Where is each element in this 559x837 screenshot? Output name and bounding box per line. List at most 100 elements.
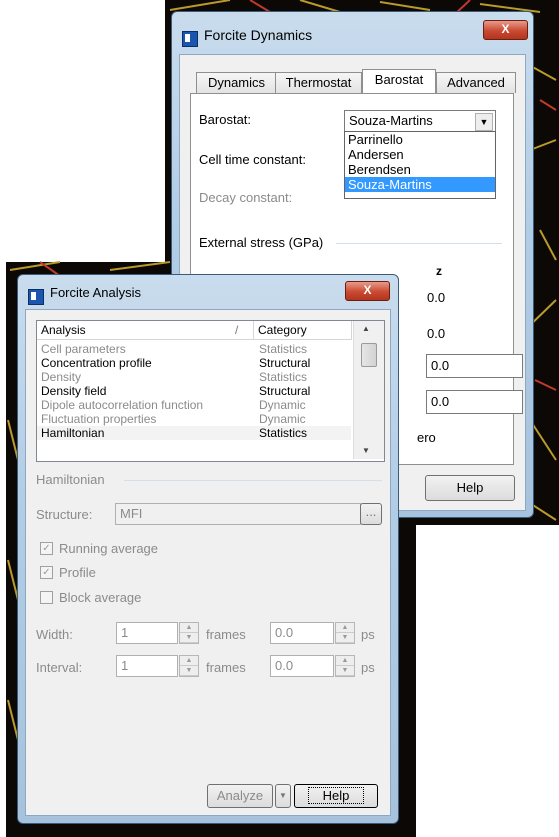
external-stress-label: External stress (GPa) — [199, 235, 324, 250]
width-frames-label: frames — [206, 627, 246, 642]
scrollbar-thumb[interactable] — [361, 343, 377, 367]
interval-time-value: 0.0 — [275, 658, 294, 673]
width-input-value: 1 — [121, 625, 129, 640]
stepper-up-icon[interactable]: ▲ — [180, 623, 198, 633]
list-scrollbar[interactable]: ▲ ▼ — [353, 321, 384, 459]
analysis-help-button[interactable]: Help — [294, 784, 378, 808]
z-column-header: z — [436, 264, 442, 278]
running-average-label: Running average — [59, 541, 159, 556]
list-item[interactable]: Hamiltonian Statistics — [37, 426, 351, 440]
list-item[interactable]: Density field Structural — [37, 384, 351, 398]
stepper-up-icon[interactable]: ▲ — [336, 623, 354, 633]
list-item-analysis: Fluctuation properties — [41, 412, 157, 426]
stress-input-3[interactable]: 0.0 — [426, 354, 523, 378]
barostat-option-parrinello[interactable]: Parrinello — [345, 132, 495, 147]
interval-time-input[interactable]: 0.0 — [270, 655, 334, 677]
list-item[interactable]: Cell parameters Statistics — [37, 342, 351, 356]
list-item-analysis: Density field — [41, 384, 107, 398]
stress-input-4-value: 0.0 — [431, 394, 450, 409]
analysis-column-label: Analysis — [41, 323, 86, 337]
list-item[interactable]: Dipole autocorrelation function Dynamic — [37, 398, 351, 412]
app-icon — [28, 289, 44, 305]
cell-time-constant-label: Cell time constant: — [199, 152, 306, 167]
width-label: Width: — [36, 627, 73, 642]
list-item[interactable]: Density Statistics — [37, 370, 351, 384]
list-item-category: Statistics — [259, 426, 308, 440]
chevron-down-icon[interactable]: ▼ — [475, 113, 493, 131]
stress-input-4[interactable]: 0.0 — [426, 390, 523, 414]
browse-button[interactable]: ... — [360, 503, 382, 525]
list-item[interactable]: Fluctuation properties Dynamic — [37, 412, 351, 426]
analysis-list: Analysis / Category Cell parameters Stati… — [36, 320, 385, 462]
width-time-input[interactable]: 0.0 — [270, 622, 334, 644]
list-item-category: Structural — [259, 356, 311, 370]
category-column-header[interactable]: Category — [254, 321, 352, 340]
analyze-options-chevron-icon[interactable]: ▼ — [275, 784, 291, 808]
stepper-down-icon[interactable]: ▼ — [336, 666, 354, 676]
stepper-up-icon[interactable]: ▲ — [180, 656, 198, 666]
interval-time-stepper[interactable]: ▲ ▼ — [335, 655, 355, 677]
running-average-checkbox[interactable]: ✓ — [40, 542, 53, 555]
barostat-dropdown-list: Parrinello Andersen Berendsen Souza-Mart… — [344, 131, 496, 199]
list-item-analysis: Dipole autocorrelation function — [41, 398, 204, 412]
width-input[interactable]: 1 — [116, 622, 178, 644]
dynamics-help-button[interactable]: Help — [425, 475, 515, 501]
block-average-label: Block average — [59, 590, 142, 605]
analysis-help-label: Help — [307, 787, 365, 804]
structure-input-value: MFI — [120, 506, 143, 521]
barostat-select[interactable]: Souza-Martins ▼ — [344, 110, 496, 132]
profile-checkbox[interactable]: ✓ — [40, 566, 53, 579]
group-divider — [336, 243, 502, 244]
list-item-analysis: Hamiltonian — [41, 426, 105, 440]
list-item-category: Statistics — [259, 370, 308, 384]
list-item[interactable]: Concentration profile Structural — [37, 356, 351, 370]
stepper-down-icon[interactable]: ▼ — [180, 666, 198, 676]
width-time-value: 0.0 — [275, 625, 294, 640]
structure-label: Structure: — [36, 507, 93, 522]
barostat-option-andersen[interactable]: Andersen — [345, 147, 495, 162]
interval-frames-label: frames — [206, 660, 246, 675]
tab-dynamics[interactable]: Dynamics — [196, 72, 277, 93]
stepper-down-icon[interactable]: ▼ — [336, 633, 354, 643]
list-item-category: Dynamic — [259, 412, 306, 426]
barostat-option-berendsen[interactable]: Berendsen — [345, 162, 495, 177]
interval-input[interactable]: 1 — [116, 655, 178, 677]
list-item-analysis: Density — [41, 370, 82, 384]
interval-input-value: 1 — [121, 658, 129, 673]
stress-value-2: 0.0 — [427, 326, 446, 341]
sort-icon: / — [235, 323, 239, 337]
tab-barostat[interactable]: Barostat — [362, 69, 436, 93]
block-average-checkbox[interactable] — [40, 591, 53, 604]
tab-advanced[interactable]: Advanced — [436, 72, 516, 93]
width-time-stepper[interactable]: ▲ ▼ — [335, 622, 355, 644]
list-item-analysis: Concentration profile — [41, 356, 152, 370]
scroll-up-icon[interactable]: ▲ — [362, 324, 370, 333]
barostat-select-value: Souza-Martins — [349, 113, 433, 128]
app-icon — [182, 31, 198, 47]
stress-input-3-value: 0.0 — [431, 358, 450, 373]
close-icon[interactable]: X — [483, 20, 528, 40]
dynamics-window-title: Forcite Dynamics — [204, 27, 313, 43]
interval-ps-label: ps — [361, 660, 375, 675]
close-icon[interactable]: X — [345, 281, 390, 301]
analyze-button[interactable]: Analyze — [207, 784, 273, 808]
list-item-analysis: Cell parameters — [41, 342, 126, 356]
category-column-label: Category — [258, 323, 307, 337]
width-ps-label: ps — [361, 627, 375, 642]
interval-label: Interval: — [36, 660, 83, 675]
analysis-client-area: Analysis / Category Cell parameters Stati… — [25, 309, 391, 816]
barostat-option-souza-martins[interactable]: Souza-Martins — [345, 177, 495, 192]
list-item-category: Statistics — [259, 342, 308, 356]
barostat-label: Barostat: — [199, 112, 252, 127]
decay-constant-label: Decay constant: — [199, 190, 293, 205]
stress-value-1: 0.0 — [427, 290, 446, 305]
tab-thermostat[interactable]: Thermostat — [275, 72, 362, 93]
stepper-up-icon[interactable]: ▲ — [336, 656, 354, 666]
width-stepper[interactable]: ▲ ▼ — [179, 622, 199, 644]
analysis-column-header[interactable]: Analysis / — [37, 321, 254, 340]
stepper-down-icon[interactable]: ▼ — [180, 633, 198, 643]
scroll-down-icon[interactable]: ▼ — [362, 446, 370, 455]
structure-input[interactable]: MFI — [115, 503, 361, 525]
hamiltonian-group-label: Hamiltonian — [36, 472, 105, 487]
interval-stepper[interactable]: ▲ ▼ — [179, 655, 199, 677]
